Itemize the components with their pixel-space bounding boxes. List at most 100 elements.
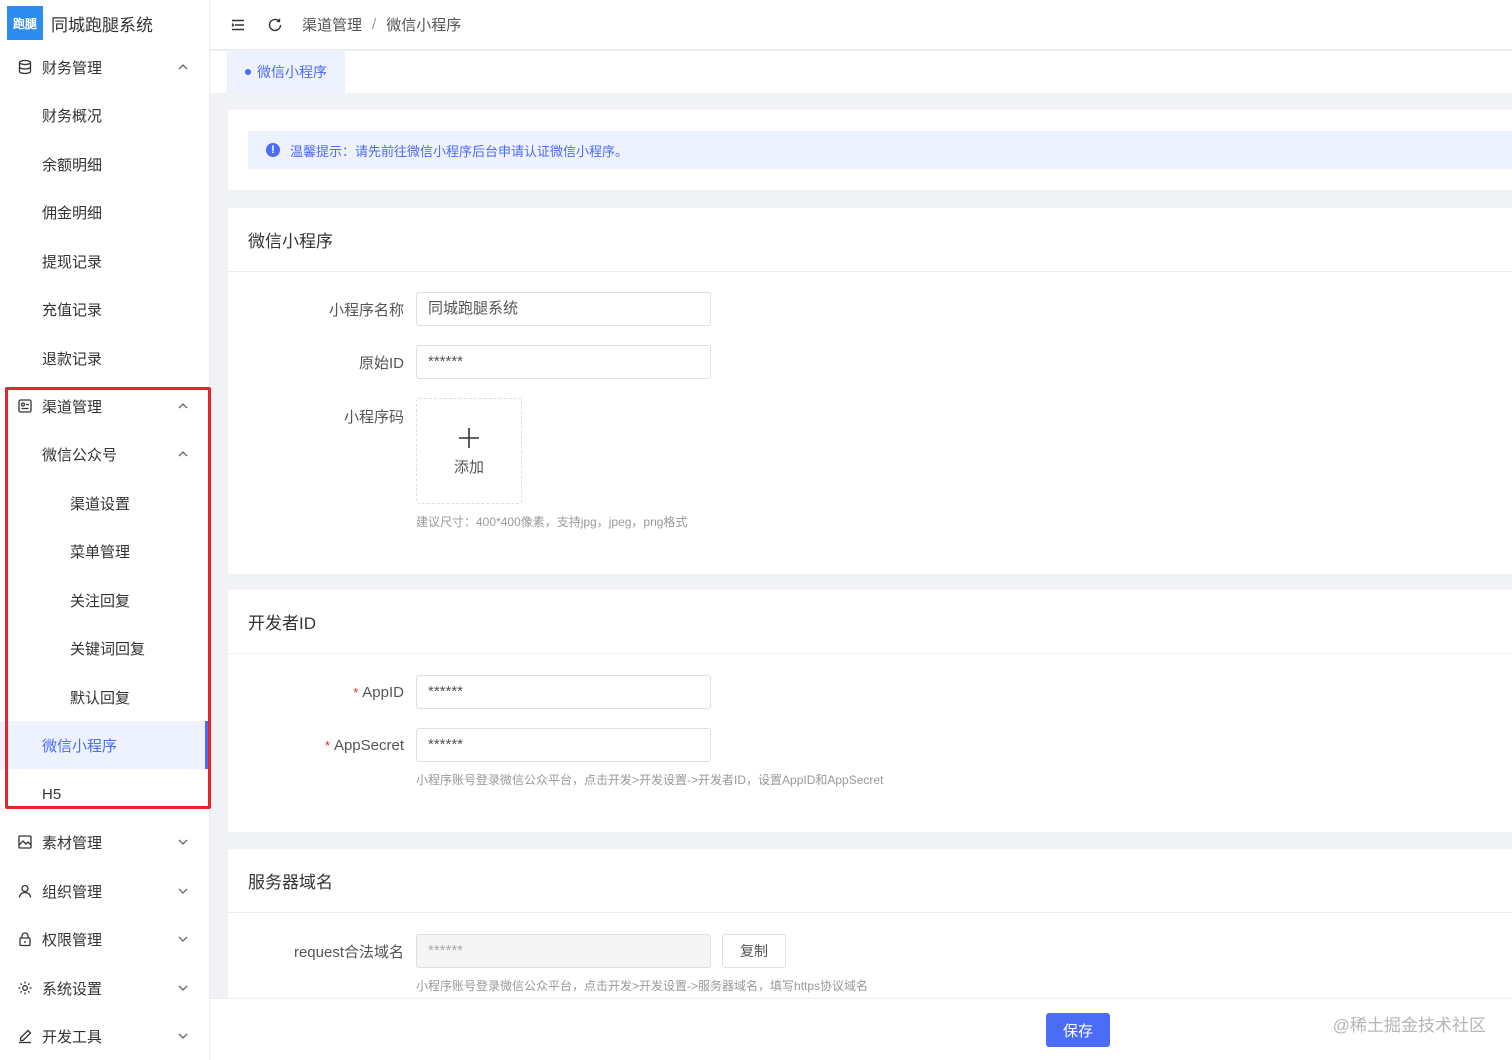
mini-program-card: 微信小程序 小程序名称 同城跑腿系统 原始ID ****** 小程序码 添加 建… xyxy=(228,208,1512,574)
chevron-down-icon xyxy=(178,936,188,942)
sidebar-item-menu-management[interactable]: 菜单管理 xyxy=(0,527,208,575)
logo-badge: 跑腿 xyxy=(7,6,43,40)
qrcode-label: 小程序码 xyxy=(343,409,404,426)
sidebar-item-wechat-official[interactable]: 微信公众号 xyxy=(0,430,208,478)
sidebar-item-organization[interactable]: 组织管理 xyxy=(0,867,208,915)
card-title: 开发者ID xyxy=(228,590,1512,654)
form-row-appsecret: * AppSecret ****** xyxy=(228,728,1512,762)
plus-icon xyxy=(459,427,479,448)
sidebar-item-default-reply[interactable]: 默认回复 xyxy=(0,673,208,721)
sidebar-item-recharge-record[interactable]: 充值记录 xyxy=(0,285,208,333)
request-domain-label: request合法域名 xyxy=(293,943,404,961)
sidebar-item-label: 默认回复 xyxy=(70,689,131,707)
sidebar-item-commission-detail[interactable]: 佣金明细 xyxy=(0,188,208,236)
save-button[interactable]: 保存 xyxy=(1046,1013,1110,1047)
original-id-input[interactable]: ****** xyxy=(416,345,711,379)
sidebar-item-label: 财务管理 xyxy=(42,59,103,77)
sidebar-item-finance[interactable]: 财务管理 xyxy=(0,43,208,91)
name-label: 小程序名称 xyxy=(328,301,404,319)
chevron-down-icon xyxy=(178,888,188,894)
sidebar-item-label: 渠道管理 xyxy=(42,398,103,416)
mini-program-name-input[interactable]: 同城跑腿系统 xyxy=(416,292,711,326)
sidebar-item-h5[interactable]: H5 xyxy=(0,770,208,818)
footer-bar: 保存 @稀土掘金技术社区 xyxy=(210,998,1512,1060)
sidebar-item-label: 关注回复 xyxy=(70,592,131,610)
database-icon xyxy=(16,58,34,76)
sidebar-item-devtools[interactable]: 开发工具 xyxy=(0,1012,208,1060)
required-mark: * xyxy=(353,684,359,700)
sidebar-item-label: 佣金明细 xyxy=(42,204,103,222)
sidebar-item-withdraw-record[interactable]: 提现记录 xyxy=(0,237,208,285)
alert-card: ! 温馨提示：请先前往微信小程序后台申请认证微信小程序。 xyxy=(228,110,1512,190)
breadcrumb-item-channel[interactable]: 渠道管理 xyxy=(302,14,362,35)
sidebar-item-balance-detail[interactable]: 余额明细 xyxy=(0,140,208,188)
required-mark: * xyxy=(324,737,330,753)
gear-icon xyxy=(16,979,34,997)
sidebar-item-label: 菜单管理 xyxy=(70,543,131,561)
chevron-up-icon xyxy=(178,64,188,70)
info-icon: ! xyxy=(266,143,280,157)
logo[interactable]: 跑腿 同城跑腿系统 xyxy=(0,0,209,46)
refresh-icon[interactable] xyxy=(266,16,284,34)
breadcrumb-separator: / xyxy=(372,16,377,33)
sidebar-item-label: 提现记录 xyxy=(42,253,103,271)
image-icon xyxy=(16,833,34,851)
sidebar-item-label: 系统设置 xyxy=(42,980,103,998)
sidebar-item-finance-overview[interactable]: 财务概况 xyxy=(0,91,208,139)
upload-label: 添加 xyxy=(453,458,484,476)
app-title: 同城跑腿系统 xyxy=(51,15,153,35)
form-row-name: 小程序名称 同城跑腿系统 xyxy=(228,292,1512,326)
chevron-up-icon xyxy=(178,403,188,409)
sidebar-item-refund-record[interactable]: 退款记录 xyxy=(0,334,208,382)
qrcode-hint: 建议尺寸：400*400像素，支持jpg，jpeg，png格式 xyxy=(416,515,688,529)
tab-mini-program[interactable]: 微信小程序 xyxy=(227,51,345,93)
sidebar-item-follow-reply[interactable]: 关注回复 xyxy=(0,576,208,624)
qrcode-upload[interactable]: 添加 xyxy=(416,398,522,504)
chevron-down-icon xyxy=(178,839,188,845)
sidebar-item-label: H5 xyxy=(42,785,62,803)
sidebar-item-label: 关键词回复 xyxy=(70,640,146,658)
appid-label-text: AppID xyxy=(362,683,404,701)
sidebar-item-permission[interactable]: 权限管理 xyxy=(0,915,208,963)
sidebar-item-label: 财务概况 xyxy=(42,107,103,125)
sidebar-item-channel[interactable]: 渠道管理 xyxy=(0,382,208,430)
sidebar-item-channel-settings[interactable]: 渠道设置 xyxy=(0,479,208,527)
sidebar-item-label: 余额明细 xyxy=(42,156,103,174)
active-dot-icon xyxy=(245,69,251,75)
appid-input[interactable]: ****** xyxy=(416,675,711,709)
sidebar-item-label: 微信小程序 xyxy=(42,737,118,755)
appsecret-label-text: AppSecret xyxy=(333,736,404,754)
sidebar-item-mini-program[interactable]: 微信小程序 xyxy=(0,721,208,769)
developer-id-card: 开发者ID * AppID ****** * AppSecret ****** 小程… xyxy=(228,590,1512,832)
sidebar-item-label: 组织管理 xyxy=(42,883,103,901)
lock-icon xyxy=(16,930,34,948)
sidebar-item-label: 权限管理 xyxy=(42,931,103,949)
sidebar-item-label: 退款记录 xyxy=(42,350,103,368)
chevron-down-icon xyxy=(178,985,188,991)
sidebar-item-system[interactable]: 系统设置 xyxy=(0,964,208,1012)
alert-banner: ! 温馨提示：请先前往微信小程序后台申请认证微信小程序。 xyxy=(248,131,1512,169)
appsecret-label: * AppSecret xyxy=(325,737,404,754)
copy-button[interactable]: 复制 xyxy=(722,934,786,968)
server-domain-card: 服务器域名 request合法域名 ****** 复制 小程序账号登录微信公众平… xyxy=(228,849,1512,998)
top-header: 渠道管理 / 微信小程序 xyxy=(210,0,1512,50)
alert-text: 温馨提示：请先前往微信小程序后台申请认证微信小程序。 xyxy=(290,143,629,159)
tab-label: 微信小程序 xyxy=(257,64,327,80)
appsecret-input[interactable]: ****** xyxy=(416,728,711,762)
pen-icon xyxy=(16,1027,34,1045)
sidebar-item-label: 充值记录 xyxy=(42,301,103,319)
sidebar-item-label: 渠道设置 xyxy=(70,495,131,513)
sidebar-item-label: 开发工具 xyxy=(42,1028,103,1046)
user-icon xyxy=(16,882,34,900)
watermark: @稀土掘金技术社区 xyxy=(1332,1016,1486,1035)
sidebar-item-label: 素材管理 xyxy=(42,834,103,852)
menu-fold-icon[interactable] xyxy=(229,16,247,34)
sidebar-item-material[interactable]: 素材管理 xyxy=(0,818,208,866)
developer-hint: 小程序账号登录微信公众平台，点击开发>开发设置->开发者ID，设置AppID和A… xyxy=(416,773,884,787)
appid-label: * AppID xyxy=(353,684,404,701)
original-id-label: 原始ID xyxy=(358,354,404,372)
sidebar-item-keyword-reply[interactable]: 关键词回复 xyxy=(0,624,208,672)
breadcrumb: 渠道管理 / 微信小程序 xyxy=(302,14,461,35)
sidebar: 跑腿 同城跑腿系统 财务管理 财务概况 余额明细 佣金明细 提现记录 充值记录 … xyxy=(0,0,211,1060)
form-row-original-id: 原始ID ****** xyxy=(228,345,1512,379)
